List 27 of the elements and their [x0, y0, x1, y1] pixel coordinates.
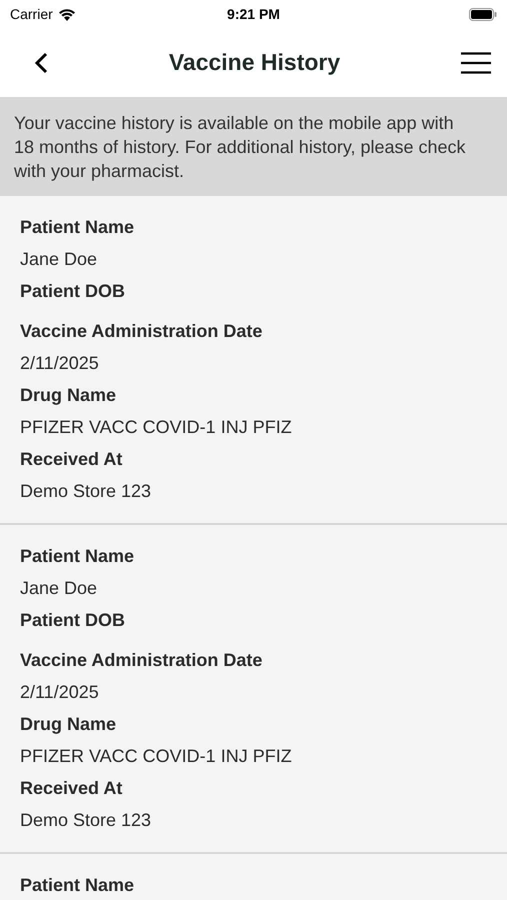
field-value: Jane Doe [20, 248, 98, 271]
status-time: 9:21 PM [227, 6, 280, 22]
back-chevron-icon [34, 52, 48, 74]
wifi-icon [58, 8, 76, 20]
field-label: Vaccine Administration Date [20, 649, 264, 672]
field-label: Patient Name [20, 216, 136, 239]
field-label: Received At [20, 777, 124, 800]
field-label: Received At [20, 448, 124, 471]
field-label: Patient Name [20, 874, 136, 897]
field-value: PFIZER VACC COVID-1 INJ PFIZ [20, 416, 293, 439]
field-value: 2/11/2025 [20, 352, 100, 375]
field-value: 2/11/2025 [20, 681, 100, 704]
field-value: Jane Doe [20, 577, 98, 600]
field-value: Demo Store 123 [20, 809, 152, 832]
info-banner: Your vaccine history is available on the mobile app with 18 months of history. For additional history, please check with your pharmacist. [0, 97, 507, 196]
field-label: Patient Name [20, 545, 136, 568]
field-label: Drug Name [20, 384, 118, 407]
field-value: PFIZER VACC COVID-1 INJ PFIZ [20, 745, 293, 768]
field-label: Patient DOB [20, 609, 126, 632]
page-title: Vaccine History [168, 49, 340, 76]
field-label: Patient DOB [20, 280, 126, 303]
field-label: Vaccine Administration Date [20, 320, 264, 343]
field-value: Demo Store 123 [20, 480, 152, 503]
battery-icon [468, 8, 497, 20]
field-label: Drug Name [20, 713, 118, 736]
carrier-name: Carrier [10, 6, 53, 22]
menu-icon [461, 52, 491, 74]
